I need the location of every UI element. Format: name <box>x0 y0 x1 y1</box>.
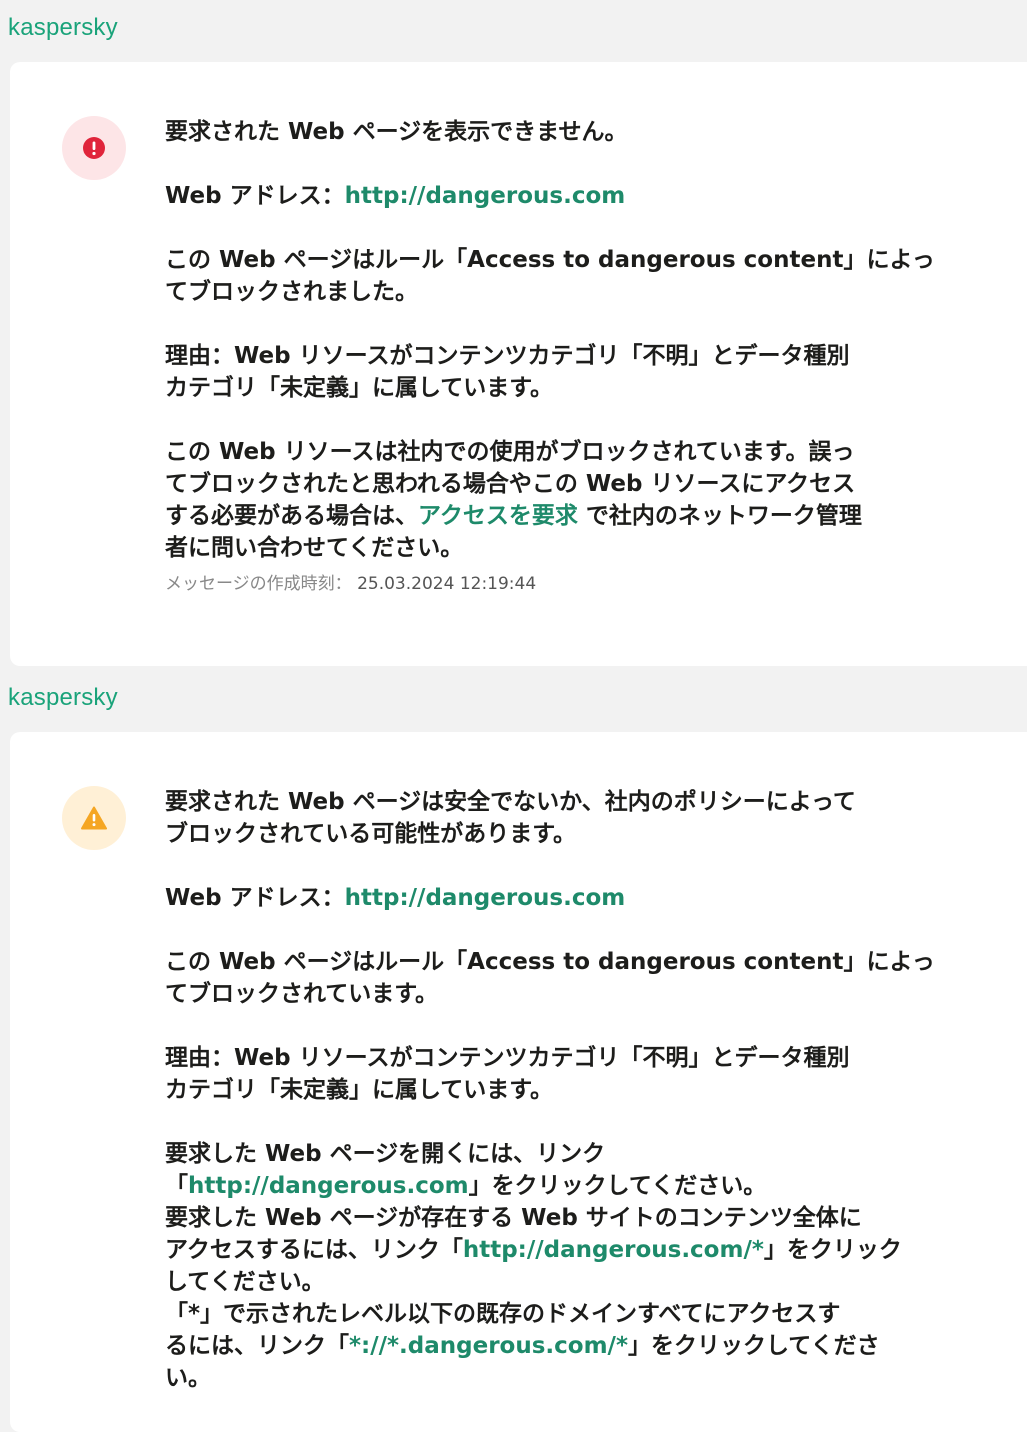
warning-badge <box>62 786 126 850</box>
site-suffix: 」をクリック <box>763 1237 902 1263</box>
timestamp-value: 25.03.2024 12:19:44 <box>357 574 537 594</box>
warning-icon <box>81 806 107 830</box>
reason-line-b1: 理由：Web リソースがコンテンツカテゴリ「不明」とデータ種別 <box>165 1045 850 1071</box>
rule-prefix: この Web ページはルール「 <box>165 247 468 273</box>
open-prefix: 「 <box>165 1173 188 1199</box>
rule-prefix-b: この Web ページはルール「 <box>165 949 468 975</box>
open-site-link[interactable]: http://dangerous.com/* <box>463 1237 764 1263</box>
blocked-line-3: する必要がある場合は、アクセスを要求 で社内のネットワーク管理 <box>165 500 995 532</box>
blocked-line-4: 者に問い合わせてください。 <box>165 535 464 561</box>
domain-suffix: 」をクリックしてくださ <box>628 1333 880 1359</box>
open-line-1: 要求した Web ページを開くには、リンク <box>165 1141 606 1167</box>
block-message-content: 要求された Web ページを表示できません。 Web アドレス：http://d… <box>165 116 995 596</box>
warning-message-card: 要求された Web ページは安全でないか、社内のポリシーによって ブロックされて… <box>10 732 1027 1432</box>
reason-line-b2: カテゴリ「未定義」に属しています。 <box>165 1077 554 1103</box>
open-domain-link[interactable]: *://*.dangerous.com/* <box>349 1333 628 1359</box>
rule-line-2: てブロックされました。 <box>165 279 418 305</box>
blocked-suffix: で社内のネットワーク管理 <box>577 503 862 529</box>
web-address-link-2[interactable]: http://dangerous.com <box>345 885 626 911</box>
site-line-1: 要求した Web ページが存在する Web サイトのコンテンツ全体に <box>165 1205 862 1231</box>
web-address-line-2: Web アドレス：http://dangerous.com <box>165 882 995 914</box>
rule-name: Access to dangerous content <box>467 247 844 273</box>
timestamp: メッセージの作成時刻： 25.03.2024 12:19:44 <box>165 572 995 596</box>
web-address-line: Web アドレス：http://dangerous.com <box>165 180 995 212</box>
domain-line-1: 「*」で示されたレベル以下の既存のドメインすべてにアクセスす <box>165 1301 841 1327</box>
timestamp-label: メッセージの作成時刻： <box>165 574 352 594</box>
web-address-label: Web アドレス： <box>165 183 345 209</box>
rule-suffix-b: 」によっ <box>843 949 935 975</box>
brand-logo-2: kaspersky <box>8 684 118 711</box>
site-line-3: してください。 <box>165 1269 325 1295</box>
blocked-line-1: この Web リソースは社内での使用がブロックされています。誤っ <box>165 439 855 465</box>
web-address-label-2: Web アドレス： <box>165 885 345 911</box>
blocked-line-2: てブロックされたと思われる場合やこの Web リソースにアクセス <box>165 471 856 497</box>
site-line-2: アクセスするには、リンク「http://dangerous.com/*」をクリッ… <box>165 1234 995 1266</box>
block-message-card: 要求された Web ページを表示できません。 Web アドレス：http://d… <box>10 62 1027 666</box>
domain-line-3: い。 <box>165 1365 211 1391</box>
page-title: 要求された Web ページを表示できません。 <box>165 119 628 145</box>
domain-line-2: るには、リンク「*://*.dangerous.com/*」をクリックしてくださ <box>165 1330 995 1362</box>
rule-line-b: この Web ページはルール「Access to dangerous conte… <box>165 946 995 978</box>
rule-line-b2: てブロックされています。 <box>165 981 439 1007</box>
reason-line-2: カテゴリ「未定義」に属しています。 <box>165 375 554 401</box>
brand-logo: kaspersky <box>8 14 118 41</box>
open-line-2: 「http://dangerous.com」をクリックしてください。 <box>165 1170 995 1202</box>
domain-prefix: るには、リンク「 <box>165 1333 349 1359</box>
error-icon <box>83 137 105 159</box>
site-prefix: アクセスするには、リンク「 <box>165 1237 463 1263</box>
warning-message-content: 要求された Web ページは安全でないか、社内のポリシーによって ブロックされて… <box>165 786 995 1394</box>
warning-title-1: 要求された Web ページは安全でないか、社内のポリシーによって <box>165 789 856 815</box>
error-badge <box>62 116 126 180</box>
open-page-link[interactable]: http://dangerous.com <box>188 1173 469 1199</box>
reason-line-1: 理由：Web リソースがコンテンツカテゴリ「不明」とデータ種別 <box>165 343 850 369</box>
web-address-link[interactable]: http://dangerous.com <box>345 183 626 209</box>
warning-title-2: ブロックされている可能性があります。 <box>165 821 577 847</box>
request-access-link[interactable]: アクセスを要求 <box>418 503 578 529</box>
rule-suffix: 」によっ <box>843 247 935 273</box>
rule-name-b: Access to dangerous content <box>467 949 844 975</box>
open-suffix: 」をクリックしてください。 <box>468 1173 767 1199</box>
blocked-prefix: する必要がある場合は、 <box>165 503 418 529</box>
rule-line: この Web ページはルール「Access to dangerous conte… <box>165 244 995 276</box>
